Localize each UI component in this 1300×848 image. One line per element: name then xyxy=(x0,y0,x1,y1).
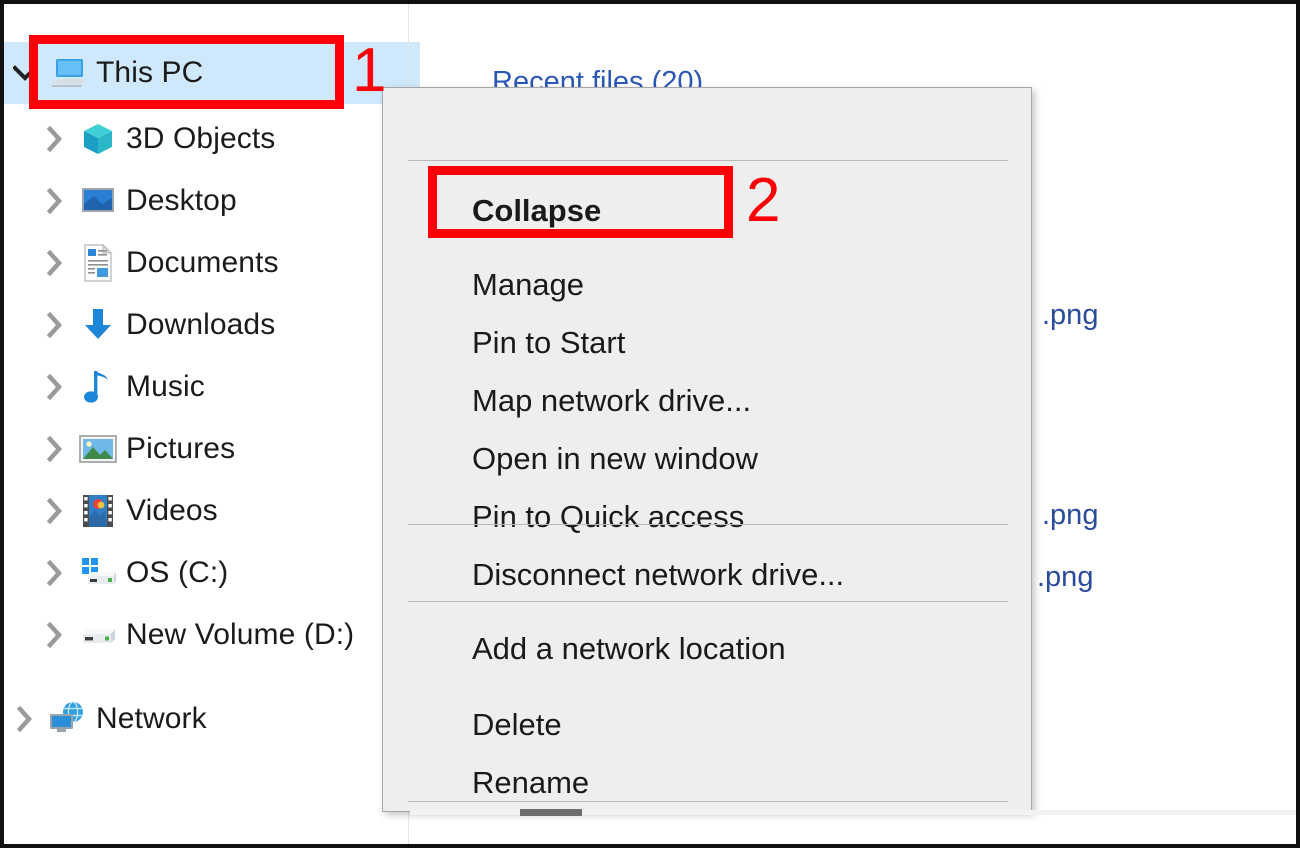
chevron-right-icon[interactable] xyxy=(34,622,76,648)
tree-item-label: Network xyxy=(90,702,207,736)
tree-item-label: 3D Objects xyxy=(120,122,275,156)
tree-item-pictures[interactable]: Pictures xyxy=(4,418,235,480)
tree-item-label: This PC xyxy=(90,56,203,90)
chevron-right-icon[interactable] xyxy=(34,436,76,462)
os-drive-icon xyxy=(76,553,120,593)
tree-item-os-c[interactable]: OS (C:) xyxy=(4,542,228,604)
navigation-pane[interactable]: This PC 3D Objects xyxy=(4,4,408,844)
menu-item-pin-to-start[interactable]: Pin to Start xyxy=(384,314,1032,372)
tree-item-documents[interactable]: Documents xyxy=(4,232,279,294)
chevron-right-icon[interactable] xyxy=(34,560,76,586)
downloads-icon xyxy=(76,305,120,345)
menu-item-add-a-network-location[interactable]: Add a network location xyxy=(384,620,1032,678)
documents-icon xyxy=(76,243,120,283)
tree-item-label: OS (C:) xyxy=(120,556,228,590)
menu-item-pin-to-quick-access[interactable]: Pin to Quick access xyxy=(384,488,1032,546)
annotation-number-2: 2 xyxy=(746,170,780,232)
tree-item-downloads[interactable]: Downloads xyxy=(4,294,275,356)
chevron-right-icon[interactable] xyxy=(34,126,76,152)
menu-item-manage[interactable]: Manage xyxy=(384,256,1032,314)
menu-item-rename[interactable]: Rename xyxy=(384,754,1032,812)
chevron-right-icon[interactable] xyxy=(34,312,76,338)
chevron-right-icon[interactable] xyxy=(34,498,76,524)
file-name-fragment[interactable]: .png xyxy=(1037,561,1093,594)
menu-item-properties[interactable]: Properties xyxy=(384,828,1032,848)
3d-objects-icon xyxy=(76,119,120,159)
this-pc-icon xyxy=(46,53,90,93)
chevron-right-icon[interactable] xyxy=(4,706,46,732)
horizontal-scrollbar-thumb[interactable] xyxy=(520,809,582,816)
tree-item-new-volume-d[interactable]: New Volume (D:) xyxy=(4,604,354,666)
menu-item-disconnect-network-drive[interactable]: Disconnect network drive... xyxy=(384,546,1032,604)
context-menu[interactable]: Collapse Manage Pin to Start Map network… xyxy=(382,87,1032,812)
tree-item-3d-objects[interactable]: 3D Objects xyxy=(4,108,275,170)
menu-item-map-network-drive[interactable]: Map network drive... xyxy=(384,372,1032,430)
tree-item-label: Downloads xyxy=(120,308,275,342)
menu-item-delete[interactable]: Delete xyxy=(384,696,1032,754)
menu-item-open-in-new-window[interactable]: Open in new window xyxy=(384,430,1032,488)
tree-item-label: New Volume (D:) xyxy=(120,618,354,652)
tree-item-desktop[interactable]: Desktop xyxy=(4,170,237,232)
file-name-fragment[interactable]: .png xyxy=(1042,499,1098,532)
tree-item-label: Pictures xyxy=(120,432,235,466)
pictures-icon xyxy=(76,429,120,469)
tree-item-music[interactable]: Music xyxy=(4,356,205,418)
chevron-down-icon[interactable] xyxy=(4,65,46,81)
chevron-right-icon[interactable] xyxy=(34,250,76,276)
desktop-icon xyxy=(76,181,120,221)
chevron-right-icon[interactable] xyxy=(34,188,76,214)
tree-item-label: Documents xyxy=(120,246,279,280)
videos-icon xyxy=(76,491,120,531)
tree-item-videos[interactable]: Videos xyxy=(4,480,218,542)
tree-item-label: Desktop xyxy=(120,184,237,218)
screenshot-root: This PC 3D Objects xyxy=(0,0,1300,848)
menu-item-collapse[interactable]: Collapse xyxy=(384,182,1032,240)
tree-item-label: Videos xyxy=(120,494,218,528)
music-icon xyxy=(76,367,120,407)
file-name-fragment[interactable]: .png xyxy=(1042,299,1098,332)
chevron-right-icon[interactable] xyxy=(34,374,76,400)
hard-drive-icon xyxy=(76,615,120,655)
tree-item-label: Music xyxy=(120,370,205,404)
network-icon xyxy=(46,699,90,739)
annotation-number-1: 1 xyxy=(352,40,386,102)
tree-item-network[interactable]: Network xyxy=(4,688,207,750)
